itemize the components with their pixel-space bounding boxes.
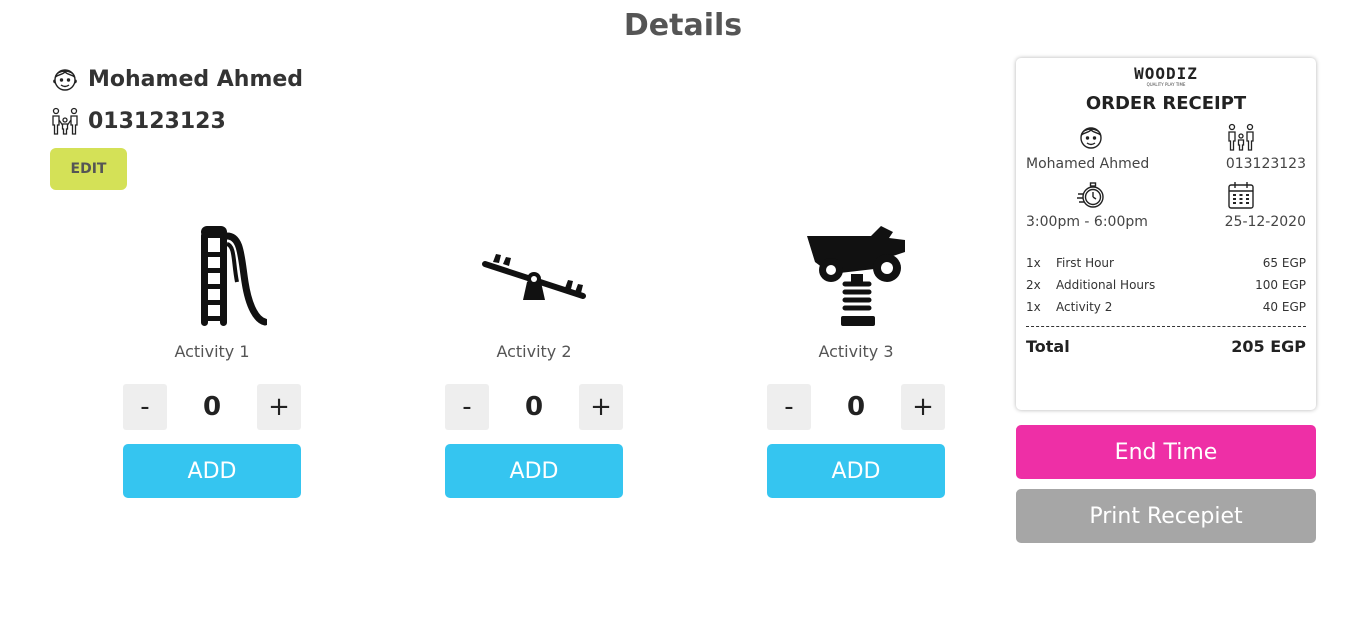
slide-icon bbox=[201, 226, 267, 326]
activity-card-2: Activity 2 - 0 + ADD bbox=[445, 222, 623, 498]
receipt-customer-info: Mohamed Ahmed 013123123 bbox=[1026, 122, 1306, 172]
activity-card-3: Activity 3 - 0 + ADD bbox=[767, 222, 945, 498]
quantity-stepper: - 0 + bbox=[445, 384, 623, 430]
item-name: Additional Hours bbox=[1056, 278, 1156, 292]
activity-label: Activity 2 bbox=[496, 342, 572, 361]
item-price: 65 EGP bbox=[1262, 256, 1306, 270]
activity-label: Activity 1 bbox=[174, 342, 250, 361]
activity-label: Activity 3 bbox=[818, 342, 894, 361]
brand-tagline: QUALITY PLAY TIME bbox=[1146, 82, 1186, 87]
item-price: 40 EGP bbox=[1262, 300, 1306, 314]
quantity-value: 0 bbox=[846, 392, 866, 422]
activity-card-1: Activity 1 - 0 + ADD bbox=[123, 222, 301, 498]
print-receipt-button[interactable]: Print Recepiet bbox=[1016, 489, 1316, 543]
add-button[interactable]: ADD bbox=[445, 444, 623, 498]
receipt-line-item: 1x First Hour 65 EGP bbox=[1026, 252, 1306, 274]
receipt-time-range: 3:00pm - 6:00pm bbox=[1026, 214, 1148, 230]
total-label: Total bbox=[1026, 337, 1070, 356]
receipt-phone-cell: 013123123 bbox=[1176, 122, 1306, 172]
spring-rider-icon bbox=[807, 226, 905, 326]
family-icon bbox=[52, 107, 78, 135]
quantity-value: 0 bbox=[524, 392, 544, 422]
add-button[interactable]: ADD bbox=[767, 444, 945, 498]
receipt-date-cell: 25-12-2020 bbox=[1176, 180, 1306, 230]
decrement-button[interactable]: - bbox=[445, 384, 489, 430]
brand-logo: WOODIZ bbox=[1134, 64, 1198, 83]
receipt-total-row: Total 205 EGP bbox=[1026, 337, 1306, 356]
order-receipt-card: WOODIZ QUALITY PLAY TIME ORDER RECEIPT M… bbox=[1016, 58, 1316, 410]
decrement-button[interactable]: - bbox=[767, 384, 811, 430]
boy-face-icon bbox=[1080, 127, 1102, 149]
item-price: 100 EGP bbox=[1255, 278, 1306, 292]
calendar-icon bbox=[1228, 182, 1254, 209]
item-qty: 1x bbox=[1026, 300, 1041, 314]
customer-phone: 013123123 bbox=[88, 108, 226, 134]
total-value: 205 EGP bbox=[1231, 337, 1306, 356]
add-button[interactable]: ADD bbox=[123, 444, 301, 498]
quantity-stepper: - 0 + bbox=[123, 384, 301, 430]
item-name: First Hour bbox=[1056, 256, 1114, 270]
increment-button[interactable]: + bbox=[579, 384, 623, 430]
item-qty: 2x bbox=[1026, 278, 1041, 292]
item-name: Activity 2 bbox=[1056, 300, 1113, 314]
boy-face-icon bbox=[53, 69, 77, 91]
stopwatch-icon bbox=[1077, 182, 1104, 208]
quantity-value: 0 bbox=[202, 392, 222, 422]
item-qty: 1x bbox=[1026, 256, 1041, 270]
receipt-title: ORDER RECEIPT bbox=[1085, 93, 1247, 114]
end-time-button[interactable]: End Time bbox=[1016, 425, 1316, 479]
receipt-customer-phone: 013123123 bbox=[1225, 156, 1306, 172]
edit-button[interactable]: EDIT bbox=[50, 148, 127, 190]
decrement-button[interactable]: - bbox=[123, 384, 167, 430]
receipt-items: 1x First Hour 65 EGP 2x Additional Hours… bbox=[1026, 252, 1306, 318]
quantity-stepper: - 0 + bbox=[767, 384, 945, 430]
receipt-line-item: 1x Activity 2 40 EGP bbox=[1026, 296, 1306, 318]
customer-name: Mohamed Ahmed bbox=[88, 66, 304, 92]
receipt-name-cell: Mohamed Ahmed bbox=[1026, 122, 1156, 172]
receipt-time-info: 3:00pm - 6:00pm 25-12-2020 bbox=[1026, 180, 1306, 230]
seesaw-icon bbox=[482, 254, 586, 300]
customer-name-row: Mohamed Ahmed bbox=[50, 64, 303, 94]
receipt-line-item: 2x Additional Hours 100 EGP bbox=[1026, 274, 1306, 296]
receipt-customer-name: Mohamed Ahmed bbox=[1026, 156, 1150, 172]
receipt-time-cell: 3:00pm - 6:00pm bbox=[1026, 180, 1156, 230]
family-icon bbox=[1228, 123, 1254, 151]
increment-button[interactable]: + bbox=[257, 384, 301, 430]
increment-button[interactable]: + bbox=[901, 384, 945, 430]
customer-phone-row: 013123123 bbox=[50, 106, 226, 136]
receipt-date: 25-12-2020 bbox=[1224, 214, 1306, 230]
receipt-divider bbox=[1026, 326, 1306, 327]
page-title: Details bbox=[623, 8, 743, 43]
